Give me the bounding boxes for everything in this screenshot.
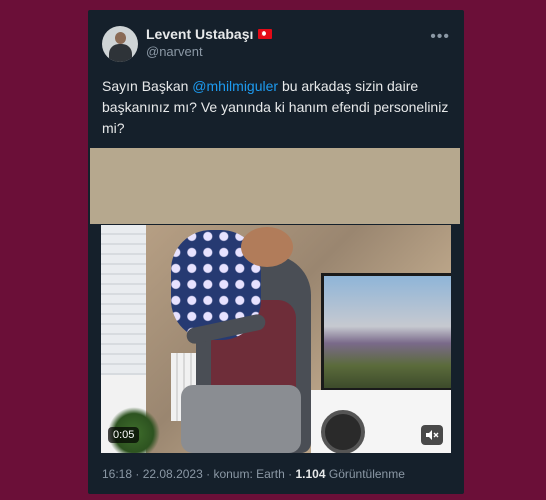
video-player[interactable]: 0:05 bbox=[101, 225, 451, 453]
tweet-time[interactable]: 16:18 bbox=[102, 467, 132, 481]
tweet-text: Sayın Başkan @mhilmiguler bu arkadaş siz… bbox=[102, 76, 452, 139]
avatar-head bbox=[115, 32, 126, 44]
author-avatar[interactable] bbox=[102, 26, 138, 62]
video-person-shorts bbox=[181, 385, 301, 453]
video-blinds bbox=[101, 225, 146, 375]
video-timer: 0:05 bbox=[108, 427, 140, 443]
views-count: 1.104 bbox=[295, 467, 326, 481]
avatar-body bbox=[109, 44, 132, 62]
video-speaker bbox=[321, 410, 365, 453]
tweet-location: konum: Earth bbox=[213, 467, 285, 481]
author-display-name[interactable]: Levent Ustabaşı bbox=[146, 26, 253, 42]
author-name-row: Levent Ustabaşı bbox=[146, 26, 273, 42]
author-handle[interactable]: @narvent bbox=[146, 44, 203, 59]
turkey-flag-icon bbox=[258, 29, 273, 39]
redacted-area bbox=[90, 148, 460, 224]
video-person-face bbox=[241, 227, 293, 267]
views-label: Görüntülenme bbox=[328, 467, 405, 481]
video-tv bbox=[321, 273, 451, 391]
mention-link[interactable]: @mhilmiguler bbox=[192, 78, 278, 94]
mute-glyph bbox=[426, 430, 439, 440]
tweet-date[interactable]: 22.08.2023 bbox=[143, 467, 203, 481]
tweet-text-before: Sayın Başkan bbox=[102, 78, 193, 94]
tweet-card: Levent Ustabaşı @narvent ••• Sayın Başka… bbox=[88, 10, 464, 494]
more-horizontal-icon[interactable]: ••• bbox=[430, 28, 450, 46]
speaker-muted-icon[interactable] bbox=[421, 425, 443, 445]
tweet-meta: 16:18 · 22.08.2023 · konum: Earth · 1.10… bbox=[102, 467, 405, 481]
